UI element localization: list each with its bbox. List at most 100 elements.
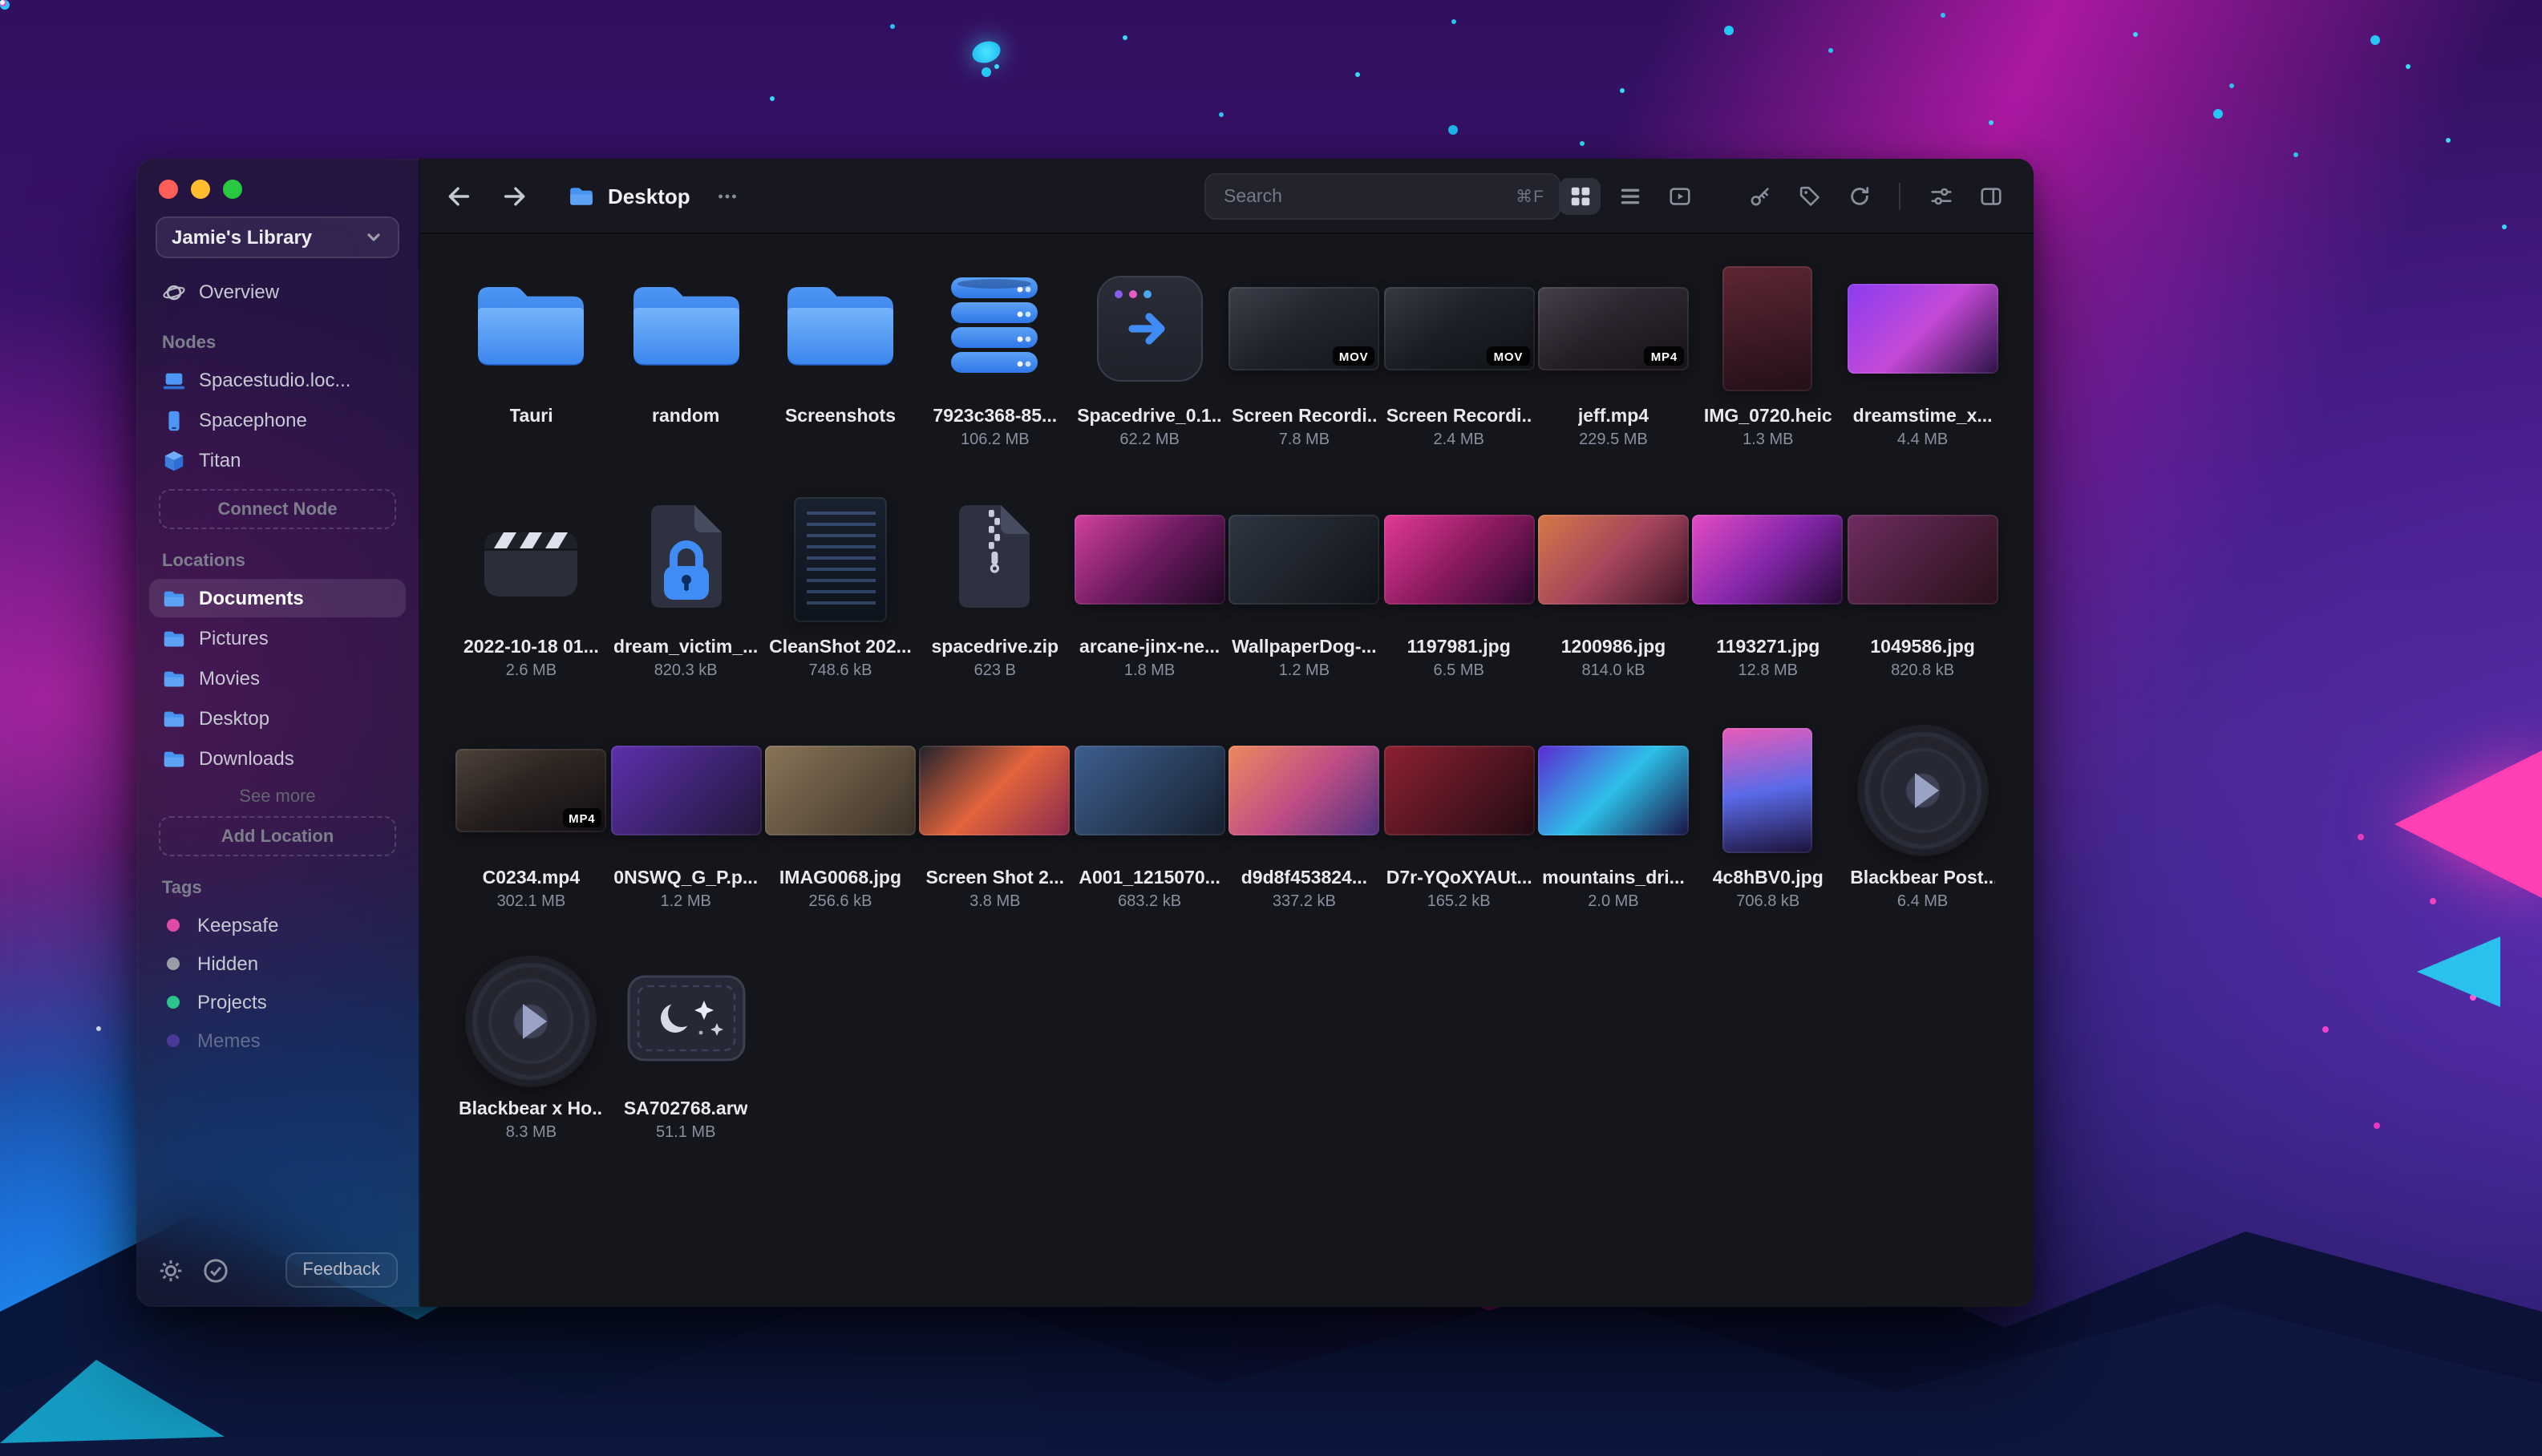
sidebar-item-location[interactable]: Movies <box>149 659 406 698</box>
sidebar-item-tag[interactable]: Keepsafe <box>149 906 406 943</box>
forward-button[interactable] <box>497 180 529 212</box>
add-location-button[interactable]: Add Location <box>159 816 396 856</box>
file-item[interactable]: Screen Shot 2... 3.8 MB <box>919 722 1071 911</box>
nodes-header: Nodes <box>162 334 217 353</box>
file-name: Screen Recordi... <box>1232 407 1377 427</box>
file-item[interactable]: 7923c368-85... 106.2 MB <box>922 260 1067 449</box>
server-icon <box>162 448 186 472</box>
sidebar-item-location[interactable]: Documents <box>149 579 406 617</box>
file-item[interactable]: CleanShot 202... 748.6 kB <box>768 491 913 680</box>
file-item[interactable]: IMG_0720.heic 1.3 MB <box>1695 260 1840 449</box>
more-options-button[interactable] <box>713 184 743 208</box>
image-thumbnail <box>1228 746 1380 835</box>
image-thumbnail <box>1383 515 1535 605</box>
file-item[interactable]: mountains_dri... 2.0 MB <box>1538 722 1689 911</box>
refresh-button[interactable] <box>1838 177 1880 214</box>
file-item[interactable]: 1193271.jpg 12.8 MB <box>1692 491 1844 680</box>
sidebar-item-location[interactable]: Desktop <box>149 699 406 738</box>
key-button[interactable] <box>1739 177 1780 214</box>
image-thumbnail <box>1692 515 1844 605</box>
file-thumbnail <box>610 722 762 859</box>
sidebar-item-location[interactable]: Pictures <box>149 619 406 657</box>
file-item[interactable]: 1197981.jpg 6.5 MB <box>1383 491 1535 680</box>
sidebar-item-tag[interactable]: Hidden <box>149 944 406 981</box>
sidebar-item-node[interactable]: Titan <box>149 441 406 479</box>
layout-sidebar-button[interactable] <box>1969 177 2011 214</box>
file-item[interactable]: WallpaperDog-... 1.2 MB <box>1228 491 1380 680</box>
file-item[interactable]: D7r-YQoXYAUt... 165.2 kB <box>1383 722 1535 911</box>
file-thumbnail <box>1858 722 1987 859</box>
file-size: 165.2 kB <box>1427 893 1491 911</box>
back-button[interactable] <box>443 180 475 212</box>
file-item[interactable]: 2022-10-18 01... 2.6 MB <box>459 491 604 680</box>
file-name: d9d8f453824... <box>1241 869 1368 888</box>
tags-header: Tags <box>162 879 202 898</box>
file-item[interactable]: arcane-jinx-ne... 1.8 MB <box>1074 491 1225 680</box>
file-name: 4c8hBV0.jpg <box>1712 869 1824 888</box>
file-item[interactable]: Spacedrive_0.1... 62.2 MB <box>1077 260 1222 449</box>
tag-dot <box>167 957 180 969</box>
list-view-button[interactable] <box>1609 177 1650 214</box>
search-box[interactable]: ⌘F <box>1204 173 1560 220</box>
file-item[interactable]: dream_victim_... 820.3 kB <box>613 491 759 680</box>
file-item[interactable]: 1200986.jpg 814.0 kB <box>1538 491 1689 680</box>
connect-node-button[interactable]: Connect Node <box>159 489 396 529</box>
file-item[interactable]: MP4 C0234.mp4 302.1 MB <box>455 722 607 911</box>
file-item[interactable]: A001_1215070... 683.2 kB <box>1074 722 1225 911</box>
file-name: random <box>652 407 720 427</box>
locations-header: Locations <box>162 552 245 571</box>
file-name: 7923c368-85... <box>933 407 1058 427</box>
sidebar-item-node[interactable]: Spacephone <box>149 401 406 439</box>
sidebar-item-location[interactable]: Downloads <box>149 739 406 778</box>
file-size: 748.6 kB <box>808 662 872 680</box>
file-item[interactable]: dreamstime_x... 4.4 MB <box>1847 260 1998 449</box>
phone-icon <box>162 408 186 432</box>
file-item[interactable]: 4c8hBV0.jpg 706.8 kB <box>1695 722 1840 911</box>
file-name: Screen Shot 2... <box>925 869 1065 888</box>
file-item[interactable]: d9d8f453824... 337.2 kB <box>1228 722 1380 911</box>
sidebar-item-tag[interactable]: Projects <box>149 983 406 1020</box>
file-item[interactable]: 1049586.jpg 820.8 kB <box>1847 491 1998 680</box>
filters-button[interactable] <box>1920 177 1961 214</box>
feedback-button[interactable]: Feedback <box>285 1252 398 1288</box>
sidebar-item-node[interactable]: Spacestudio.loc... <box>149 361 406 399</box>
file-size: 3.8 MB <box>969 893 1021 911</box>
sidebar-item-tag[interactable]: Memes <box>149 1021 406 1058</box>
file-item[interactable]: spacedrive.zip 623 B <box>922 491 1067 680</box>
file-size: 683.2 kB <box>1118 893 1182 911</box>
database-thumbnail <box>949 275 1042 382</box>
file-size: 814.0 kB <box>1581 662 1645 680</box>
file-item[interactable]: IMAG0068.jpg 256.6 kB <box>765 722 916 911</box>
file-thumbnail: MOV <box>1383 260 1535 398</box>
file-item[interactable]: 0NSWQ_G_P.p... 1.2 MB <box>610 722 762 911</box>
raw-image-icon <box>626 974 745 1069</box>
file-thumbnail <box>472 260 590 398</box>
format-badge: MP4 <box>1644 346 1684 366</box>
file-item[interactable]: MP4 jeff.mp4 229.5 MB <box>1538 260 1689 449</box>
minimize-button[interactable] <box>191 180 210 199</box>
library-switcher[interactable]: Jamie's Library <box>156 216 399 258</box>
gear-icon[interactable] <box>157 1256 184 1284</box>
file-item[interactable]: SA702768.arw 51.1 MB <box>613 952 759 1142</box>
file-thumbnail <box>793 491 887 629</box>
file-item[interactable]: Blackbear x Ho... 8.3 MB <box>459 952 604 1142</box>
media-view-button[interactable] <box>1658 177 1700 214</box>
file-thumbnail <box>1383 491 1535 629</box>
zoom-button[interactable] <box>223 180 242 199</box>
see-more[interactable]: See more <box>136 787 419 807</box>
file-thumbnail <box>1722 260 1813 398</box>
file-item[interactable]: Blackbear Post... 6.4 MB <box>1850 722 1995 911</box>
file-name: IMG_0720.heic <box>1703 407 1832 427</box>
tag-button[interactable] <box>1788 177 1830 214</box>
sidebar-item-overview[interactable]: Overview <box>149 273 406 311</box>
image-thumbnail <box>1538 746 1689 835</box>
search-input[interactable] <box>1220 185 1507 208</box>
file-item[interactable]: Tauri <box>459 260 604 449</box>
grid-view-button[interactable] <box>1559 177 1601 214</box>
check-circle-icon[interactable] <box>202 1256 229 1284</box>
file-item[interactable]: Screenshots <box>768 260 913 449</box>
file-item[interactable]: random <box>613 260 759 449</box>
file-item[interactable]: MOV Screen Recordi... 7.8 MB <box>1228 260 1380 449</box>
close-button[interactable] <box>159 180 178 199</box>
file-item[interactable]: MOV Screen Recordi... 2.4 MB <box>1383 260 1535 449</box>
